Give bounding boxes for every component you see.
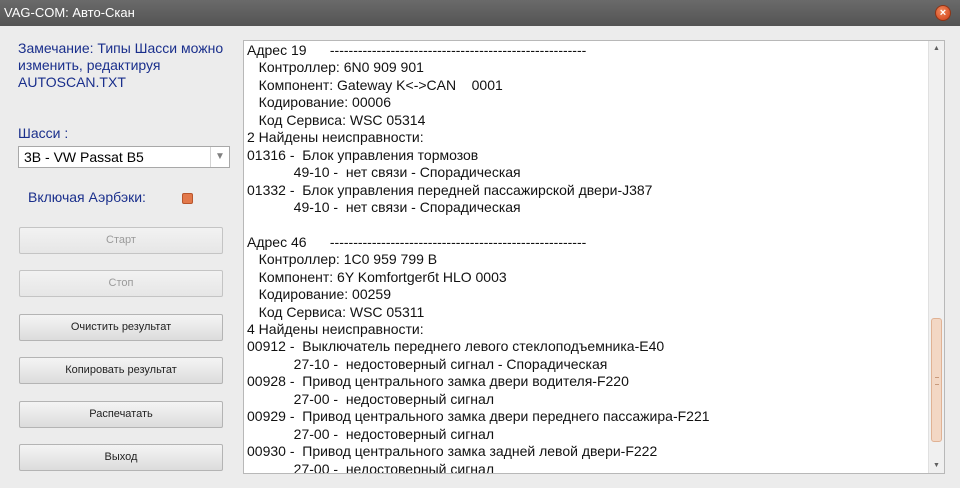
- result-line: [247, 216, 927, 233]
- chassis-label: Шасси :: [18, 125, 69, 141]
- result-line: 01332 - Блок управления передней пассажи…: [247, 181, 653, 198]
- scan-results-text: Адрес 19 -------------------------------…: [247, 42, 927, 474]
- result-line: 2 Найдены неисправности:: [247, 129, 424, 146]
- result-line: Компонент: Gateway K<->CAN 0001: [247, 76, 503, 93]
- result-line: 00912 - Выключатель переднего левого сте…: [247, 338, 665, 355]
- scan-results-textarea[interactable]: Адрес 19 -------------------------------…: [243, 40, 945, 474]
- result-line: 49-10 - нет связи - Спорадическая: [247, 164, 521, 181]
- stop-button[interactable]: Стоп: [19, 270, 223, 297]
- start-button[interactable]: Старт: [19, 227, 223, 254]
- result-line: Кодирование: 00259: [247, 286, 391, 303]
- chevron-down-icon[interactable]: ▼: [210, 147, 229, 167]
- title-bar: VAG-COM: Авто-Скан ×: [0, 0, 960, 26]
- exit-button[interactable]: Выход: [19, 444, 223, 471]
- print-button[interactable]: Распечатать: [19, 401, 223, 428]
- result-line: Кодирование: 00006: [247, 94, 391, 111]
- result-line: 49-10 - нет связи - Спорадическая: [247, 198, 521, 215]
- grip-icon: [935, 377, 939, 385]
- close-icon: ×: [939, 7, 947, 19]
- copy-results-button[interactable]: Копировать результат: [19, 357, 223, 384]
- result-line: Адрес 46 -------------------------------…: [247, 233, 587, 250]
- vertical-scrollbar[interactable]: ▲ ▼: [928, 41, 944, 473]
- result-line: 27-10 - недостоверный сигнал - Спорадиче…: [247, 355, 608, 372]
- scroll-up-arrow-icon[interactable]: ▲: [930, 42, 943, 55]
- result-line: 4 Найдены неисправности:: [247, 321, 424, 337]
- result-line: Компонент: 6Y Komfortgerбt HLO 0003: [247, 268, 507, 285]
- close-button[interactable]: ×: [935, 5, 951, 21]
- result-line: 27-00 - недостоверный сигнал: [247, 390, 494, 407]
- result-line: 00930 - Привод центрального замка задней…: [247, 443, 658, 460]
- result-line: Код Сервиса: WSC 05314: [247, 111, 426, 128]
- result-line: 00928 - Привод центрального замка двери …: [247, 373, 629, 390]
- airbag-label: Включая Аэрбэки:: [28, 189, 146, 205]
- control-panel: Замечание: Типы Шасси можно изменить, ре…: [0, 26, 240, 488]
- result-line: Контроллер: 1C0 959 799 B: [247, 251, 438, 268]
- scroll-down-arrow-icon[interactable]: ▼: [930, 459, 943, 472]
- result-line: Контроллер: 6N0 909 901: [247, 59, 424, 76]
- result-line: 27-00 - недостоверный сигнал: [247, 425, 494, 442]
- result-line: 27-00 - недостоверный сигнал: [247, 460, 494, 474]
- result-line: 01316 - Блок управления тормозов: [247, 146, 479, 163]
- result-line: 00929 - Привод центрального замка двери …: [247, 408, 710, 425]
- result-line: Адрес 19 -------------------------------…: [247, 42, 587, 58]
- scroll-thumb[interactable]: [931, 318, 942, 442]
- window-title: VAG-COM: Авто-Скан: [4, 5, 135, 20]
- airbag-checkbox[interactable]: [182, 193, 193, 204]
- chassis-selected-value: 3B - VW Passat B5: [24, 149, 144, 165]
- result-line: Код Сервиса: WSC 05311: [247, 303, 425, 320]
- clear-results-button[interactable]: Очистить результат: [19, 314, 223, 341]
- chassis-note: Замечание: Типы Шасси можно изменить, ре…: [18, 40, 224, 90]
- chassis-dropdown[interactable]: 3B - VW Passat B5 ▼: [18, 146, 230, 168]
